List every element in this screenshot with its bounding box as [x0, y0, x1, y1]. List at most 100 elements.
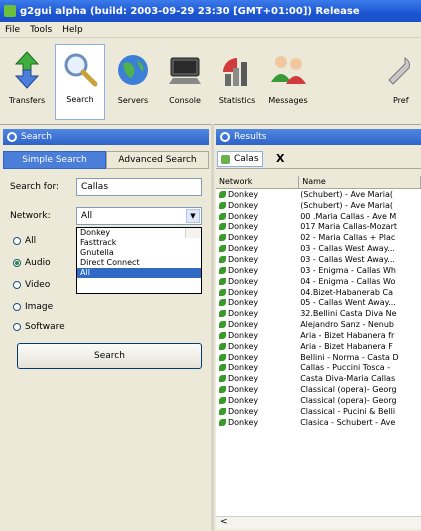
radio-button-selected[interactable] [13, 259, 21, 267]
network-cell-text: Donkey [228, 417, 259, 427]
servers-globe-icon [113, 50, 153, 90]
toolbar-preferences-button[interactable]: Pref [373, 46, 421, 120]
name-cell: Classical (opera)- Georg [300, 385, 397, 395]
name-cell: 02 - Maria Callas + Plac [300, 233, 396, 243]
network-select[interactable]: All ▼ [76, 207, 202, 225]
title-bar: g2gui alpha (build: 2003-09-29 23:30 [GM… [0, 0, 421, 22]
network-cell: Donkey [216, 288, 298, 297]
network-option-selected[interactable]: All [77, 268, 201, 278]
results-tabs: Calas X [216, 150, 421, 169]
radio-all[interactable]: All [13, 236, 36, 246]
network-cell-text: Donkey [228, 363, 259, 373]
scroll-left-icon[interactable]: < [220, 517, 228, 527]
network-cell-text: Donkey [228, 211, 259, 221]
table-row[interactable]: Donkey Aria - Bizet Habanera fr [216, 330, 421, 341]
menu-tools[interactable]: Tools [30, 25, 52, 35]
name-cell: Clasica - Schubert - Ave [300, 417, 396, 427]
table-row[interactable]: Donkey (Schubert) - Ave Maria( [216, 189, 421, 200]
toolbar-console-button[interactable]: Console [161, 46, 209, 120]
search-panel-title: Search [21, 132, 52, 142]
radio-audio[interactable]: Audio [13, 258, 51, 268]
name-cell: Alejandro Sanz - Nenub [300, 320, 394, 330]
console-icon [165, 50, 205, 90]
name-cell: Aria - Bizet Habanera fr [300, 330, 395, 340]
table-row[interactable]: Donkey Bellini - Norma - Casta D [216, 352, 421, 363]
network-cell: Donkey [216, 385, 298, 394]
network-cell-text: Donkey [228, 189, 259, 199]
donkey-network-icon [219, 342, 226, 350]
table-row[interactable]: Donkey Classical (opera)- Georg [216, 395, 421, 406]
table-row[interactable]: Donkey 05 - Callas Went Away... [216, 297, 421, 308]
donkey-network-icon [219, 407, 226, 415]
table-row[interactable]: Donkey Aria - Bizet Habanera F [216, 341, 421, 352]
toolbar-messages-button[interactable]: Messages [264, 46, 312, 120]
table-row[interactable]: Donkey Alejandro Sanz - Nenub [216, 319, 421, 330]
radio-button[interactable] [13, 323, 21, 331]
table-row[interactable]: Donkey (Schubert) - Ave Maria( [216, 200, 421, 211]
radio-button[interactable] [13, 281, 21, 289]
network-option[interactable]: Gnutella [77, 248, 201, 258]
table-row[interactable]: Donkey 00 .Maria Callas - Ave M [216, 211, 421, 222]
horizontal-scrollbar[interactable]: < [216, 516, 421, 529]
chevron-down-icon[interactable]: ▼ [186, 209, 200, 223]
toolbar-search-button[interactable]: Search [55, 44, 105, 120]
menu-bar: File Tools Help [0, 22, 421, 38]
table-row[interactable]: Donkey Callas - Puccini Tosca - [216, 363, 421, 374]
table-row[interactable]: Donkey 03 - Enigma - Callas Wh [216, 265, 421, 276]
network-cell: Donkey [216, 353, 298, 362]
table-row[interactable]: Donkey Clasica - Schubert - Ave [216, 417, 421, 428]
radio-audio-label: Audio [25, 258, 51, 268]
results-panel-title: Results [234, 132, 267, 142]
toolbar-transfers-button[interactable]: Transfers [3, 46, 51, 120]
donkey-network-icon [219, 223, 226, 231]
search-input[interactable]: Callas [76, 178, 202, 196]
table-row[interactable]: Donkey 02 - Maria Callas + Plac [216, 232, 421, 243]
toolbar-preferences-label: Pref [393, 96, 409, 105]
table-row[interactable]: Donkey 04 - Enigma - Callas Wo [216, 276, 421, 287]
table-row[interactable]: Donkey 04.Bizet-Habanerab Ca [216, 287, 421, 298]
name-cell: 04.Bizet-Habanerab Ca [300, 287, 393, 297]
tab-simple-search[interactable]: Simple Search [3, 151, 106, 169]
radio-video[interactable]: Video [13, 280, 50, 290]
name-cell: 00 .Maria Callas - Ave M [300, 211, 397, 221]
radio-button[interactable] [13, 237, 21, 245]
table-row[interactable]: Donkey Classical - Pucini & Belli [216, 406, 421, 417]
menu-help[interactable]: Help [62, 25, 83, 35]
table-row[interactable]: Donkey 03 - Callas West Away... [216, 254, 421, 265]
name-cell: 04 - Enigma - Callas Wo [300, 276, 396, 286]
radio-software[interactable]: Software [13, 322, 65, 332]
donkey-network-icon [219, 288, 226, 296]
donkey-network-icon [219, 266, 226, 274]
table-row[interactable]: Donkey 03 - Callas West Away... [216, 243, 421, 254]
network-select-value: All [81, 211, 93, 221]
column-header-name[interactable]: Name [299, 176, 421, 188]
table-row[interactable]: Donkey 32.Bellini Casta Diva Ne [216, 308, 421, 319]
radio-image[interactable]: Image [13, 302, 53, 312]
toolbar-statistics-button[interactable]: Statistics [213, 46, 261, 120]
network-cell-text: Donkey [228, 330, 259, 340]
network-cell: Donkey [216, 190, 298, 199]
column-header-network[interactable]: Network [216, 176, 300, 188]
network-cell-text: Donkey [228, 298, 259, 308]
search-panel-header: Search [3, 129, 209, 145]
network-option[interactable]: Fasttrack [77, 238, 201, 248]
table-row[interactable]: Donkey Classical (opera)- Georg [216, 384, 421, 395]
tab-advanced-search[interactable]: Advanced Search [106, 151, 209, 169]
transfers-arrows-icon [7, 50, 47, 90]
search-button[interactable]: Search [17, 343, 202, 369]
network-option[interactable]: Direct Connect [77, 258, 201, 268]
radio-button[interactable] [13, 303, 21, 311]
network-cell: Donkey [216, 363, 298, 372]
network-cell: Donkey [216, 233, 298, 242]
results-tab-calas[interactable]: Calas [217, 151, 263, 167]
network-option[interactable]: Donkey [77, 228, 201, 238]
donkey-network-icon [219, 331, 226, 339]
menu-file[interactable]: File [5, 25, 20, 35]
close-icon[interactable]: X [276, 152, 284, 165]
table-row[interactable]: Donkey Casta Diva-Maria Callas [216, 373, 421, 384]
table-row[interactable]: Donkey 017 Maria Callas-Mozart [216, 222, 421, 233]
dropdown-scrollbar[interactable] [185, 228, 201, 238]
toolbar-servers-button[interactable]: Servers [109, 46, 157, 120]
panel-splitter[interactable] [211, 124, 214, 531]
network-cell-text: Donkey [228, 233, 259, 243]
